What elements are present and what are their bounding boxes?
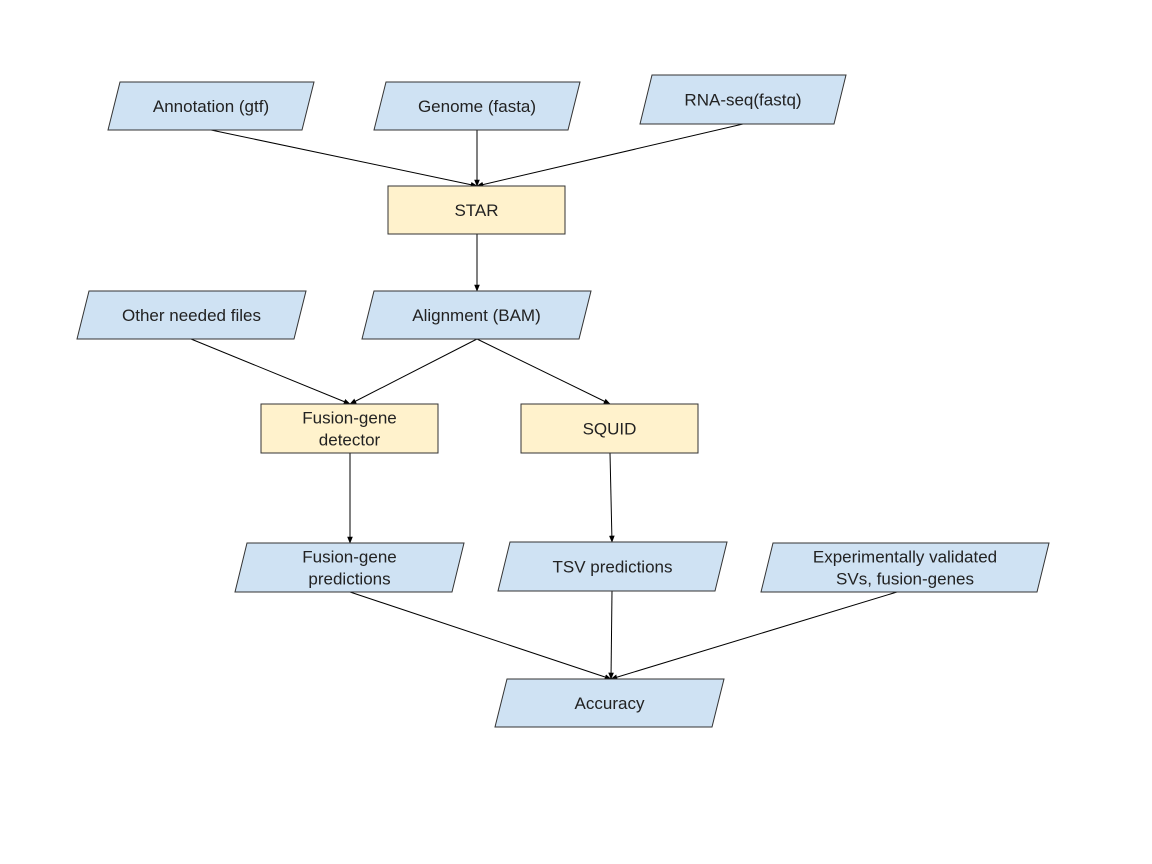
node-label: detector (319, 431, 381, 450)
flowchart: Annotation (gtf) Genome (fasta) RNA-seq(fa… (76, 74, 1050, 728)
node-label: TSV predictions (553, 558, 673, 577)
edge-alignment-to-squid (476, 338, 611, 405)
node-rnaseq: RNA-seq(fastq) (639, 74, 847, 125)
node-other: Other needed files (76, 290, 307, 340)
node-label: Accuracy (575, 694, 645, 713)
node-fusion-detector: Fusion-gene detector (260, 403, 439, 454)
node-label: Fusion-gene (302, 548, 397, 567)
node-genome: Genome (fasta) (373, 81, 581, 131)
nodes: Annotation (gtf) Genome (fasta) RNA-seq(fa… (76, 74, 1050, 728)
edge-squid-to-tsv_predictions (609, 452, 615, 543)
node-validated: Experimentally validated SVs, fusion-gene… (760, 542, 1050, 593)
node-label: Other needed files (122, 306, 261, 325)
node-squid: SQUID (520, 403, 699, 454)
node-label: SVs, fusion-genes (836, 570, 974, 589)
node-label: Experimentally validated (813, 548, 997, 567)
node-label: STAR (454, 201, 498, 220)
node-label: SQUID (583, 420, 637, 439)
node-alignment: Alignment (BAM) (361, 290, 592, 340)
edge-validated-to-accuracy (610, 591, 898, 680)
node-label: Fusion-gene (302, 409, 397, 428)
edge-fusion_predictions-to-accuracy (349, 591, 612, 680)
node-fusion-predictions: Fusion-gene predictions (234, 542, 465, 593)
node-label: Alignment (BAM) (412, 306, 540, 325)
node-label: Genome (fasta) (418, 97, 536, 116)
node-star: STAR (387, 185, 566, 235)
edge-tsv_predictions-to-accuracy (608, 590, 614, 680)
node-label: RNA-seq(fastq) (684, 91, 801, 110)
node-label: Annotation (gtf) (153, 97, 269, 116)
node-accuracy: Accuracy (494, 678, 725, 728)
edge-other-to-fusion_detector (190, 338, 351, 405)
node-annotation: Annotation (gtf) (107, 81, 315, 131)
edge-alignment-to-fusion_detector (349, 338, 478, 405)
edge-rnaseq-to-star (476, 123, 744, 188)
edge-annotation-to-star (210, 129, 478, 188)
node-label: predictions (308, 570, 390, 589)
node-tsv-predictions: TSV predictions (497, 541, 728, 592)
